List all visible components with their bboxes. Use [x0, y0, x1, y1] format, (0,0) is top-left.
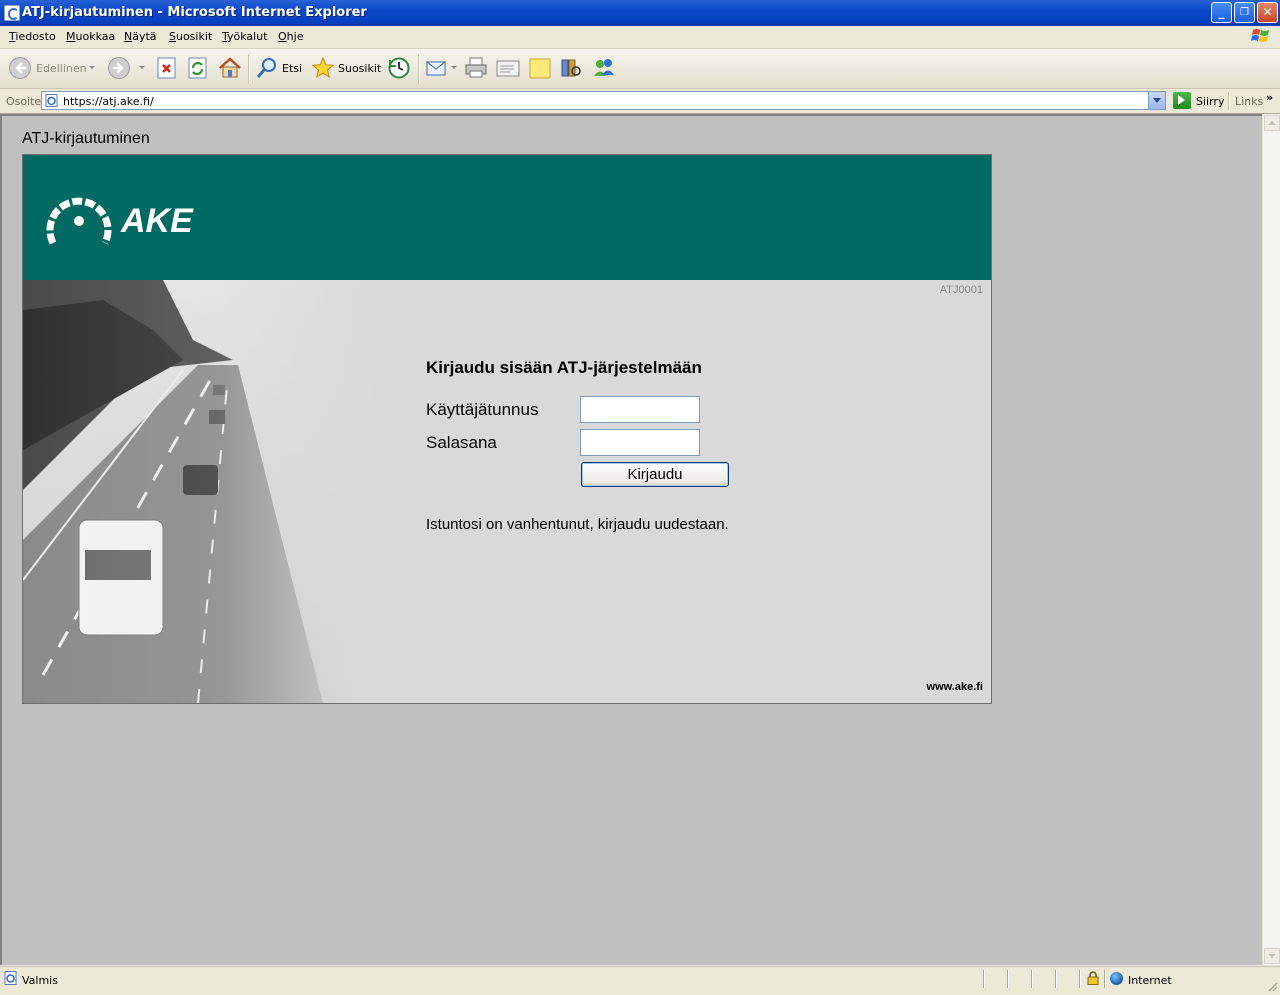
history-icon[interactable] [387, 56, 411, 80]
toolbar-separator [418, 54, 420, 84]
go-arrow-icon[interactable] [1173, 92, 1191, 109]
address-label: Osoite [6, 95, 42, 108]
discuss-note-icon[interactable] [528, 56, 552, 80]
footer-website-link: www.ake.fi [926, 681, 983, 693]
stop-icon[interactable] [155, 56, 179, 80]
address-dropdown-button[interactable] [1148, 92, 1165, 109]
menu-tiedosto[interactable]: Tiedosto [9, 30, 56, 43]
password-input[interactable] [580, 429, 700, 456]
address-url-text[interactable]: https://atj.ake.fi/ [63, 95, 154, 108]
password-label: Salasana [426, 433, 497, 452]
menu-ohje[interactable]: Ohje [278, 30, 303, 43]
page-title: ATJ-kirjautuminen [22, 130, 150, 147]
status-separator [1007, 970, 1009, 988]
links-label[interactable]: Links [1235, 95, 1263, 108]
mail-icon[interactable] [425, 56, 449, 80]
menu-tyokalut[interactable]: Työkalut [222, 30, 268, 43]
username-input[interactable] [580, 396, 700, 423]
favorites-star-icon[interactable] [311, 56, 335, 80]
home-icon[interactable] [218, 56, 242, 80]
windows-logo-icon [1251, 29, 1269, 42]
vertical-scrollbar[interactable] [1262, 114, 1280, 965]
search-button-label[interactable]: Etsi [282, 62, 302, 75]
print-icon[interactable] [464, 56, 488, 80]
back-dropdown-icon[interactable] [89, 66, 95, 69]
logo-text: AKE [120, 202, 194, 240]
status-separator [1079, 970, 1081, 988]
status-text: Valmis [22, 974, 58, 987]
forward-dropdown-icon[interactable] [139, 66, 145, 69]
username-label: Käyttäjätunnus [426, 400, 539, 419]
favorites-button-label[interactable]: Suosikit [338, 62, 381, 75]
refresh-icon[interactable] [186, 56, 210, 80]
ake-logo: AKE [46, 197, 194, 245]
search-icon[interactable] [255, 56, 279, 80]
security-zone-label: Internet [1128, 974, 1172, 987]
scroll-up-button[interactable] [1264, 115, 1280, 131]
window-title: ATJ-kirjautuminen - Microsoft Internet E… [22, 5, 367, 20]
links-chevron-icon[interactable]: » [1266, 91, 1273, 104]
ie-app-icon[interactable] [4, 5, 20, 21]
page-icon [45, 94, 58, 107]
page-done-icon [4, 971, 17, 985]
scroll-down-button[interactable] [1264, 948, 1280, 964]
toolbar-separator [248, 54, 250, 84]
status-bar: Valmis Internet [0, 966, 1280, 995]
internet-zone-globe-icon [1110, 972, 1123, 985]
close-button[interactable]: ✕ [1257, 2, 1278, 23]
login-button[interactable]: Kirjaudu [581, 462, 729, 487]
address-bar: Osoite https://atj.ake.fi/ Siirry Links … [0, 89, 1280, 114]
go-button-label[interactable]: Siirry [1196, 95, 1224, 108]
status-separator [1031, 970, 1033, 988]
address-input[interactable]: https://atj.ake.fi/ [41, 91, 1166, 110]
resize-grip-icon[interactable] [1266, 980, 1278, 992]
header-banner: AKE [23, 155, 991, 280]
standard-toolbar: Edellinen Etsi Suosikit [0, 49, 1280, 89]
research-icon[interactable] [559, 56, 583, 80]
menu-nayta[interactable]: Näytä [124, 30, 157, 43]
links-separator [1228, 92, 1230, 110]
restore-button[interactable]: ❐ [1234, 2, 1255, 23]
status-separator [1104, 970, 1106, 988]
back-arrow-icon[interactable] [8, 56, 32, 80]
minimize-button[interactable]: _ [1211, 2, 1232, 23]
login-form-title: Kirjaudu sisään ATJ-järjestelmään [426, 358, 702, 377]
messenger-icon[interactable] [592, 56, 616, 80]
session-expired-message: Istuntosi on vanhentunut, kirjaudu uudes… [426, 516, 729, 533]
screen-code: ATJ0001 [939, 284, 983, 296]
back-button-label[interactable]: Edellinen [36, 62, 87, 75]
menu-suosikit[interactable]: Suosikit [169, 30, 212, 43]
edit-page-icon[interactable] [496, 56, 520, 80]
secure-lock-icon[interactable] [1087, 971, 1099, 985]
login-panel: AKE ATJ0001 Kirjaudu sisään ATJ-järjeste… [22, 154, 992, 704]
menu-bar: Tiedosto Muokkaa Näytä Suosikit Työkalut… [0, 26, 1280, 49]
status-separator [1055, 970, 1057, 988]
forward-arrow-icon[interactable] [107, 56, 131, 80]
menu-muokkaa[interactable]: Muokkaa [66, 30, 115, 43]
highway-photo [23, 280, 383, 703]
status-separator [983, 970, 985, 988]
title-bar[interactable]: ATJ-kirjautuminen - Microsoft Internet E… [0, 0, 1280, 26]
mail-dropdown-icon[interactable] [451, 66, 457, 69]
